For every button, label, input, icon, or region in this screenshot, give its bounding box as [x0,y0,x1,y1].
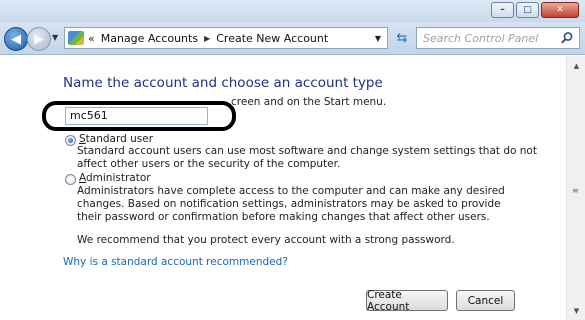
refresh-icon: ⇆ [396,30,408,46]
highlight-annotation [42,101,236,131]
standard-user-label-text: tandard user [85,133,154,145]
forward-arrow-icon: ▶ [34,31,44,47]
maximize-button[interactable]: □ [516,2,539,18]
page-title: Name the account and choose an account t… [63,75,383,91]
standard-user-radio[interactable] [65,135,76,146]
close-button[interactable]: ✕ [541,2,579,18]
breadcrumb-separator-icon[interactable]: ▶ [204,34,210,43]
create-account-button[interactable]: Create Account [366,289,448,313]
breadcrumb-manage-accounts[interactable]: Manage Accounts [101,32,198,45]
cancel-button[interactable]: Cancel [456,290,515,311]
refresh-button[interactable]: ⇆ [392,27,412,49]
address-dropdown-icon[interactable]: ▼ [375,34,381,43]
navigation-bar: ◀ ▶ ▼ « Manage Accounts ▶ Create New Acc… [0,22,585,55]
control-panel-icon [68,31,84,45]
window-title-bar: – □ ✕ [0,0,585,22]
search-box[interactable]: Search Control Panel [416,27,580,49]
administrator-label[interactable]: Administrator [79,172,151,184]
address-bar[interactable]: « Manage Accounts ▶ Create New Account ▼ [64,27,388,49]
instruction-text: creen and on the Start menu. [231,96,387,108]
search-icon[interactable] [560,31,574,45]
administrator-description: Administrators have complete access to t… [77,185,505,223]
administrator-label-text: dministrator [86,172,151,184]
scroll-grip-icon[interactable]: ≡ [572,186,579,195]
forward-button[interactable]: ▶ [27,27,51,51]
back-button[interactable]: ◀ [4,27,28,51]
standard-user-description: Standard account users can use most soft… [77,145,537,170]
scroll-up-icon[interactable]: ▲ [571,60,582,71]
password-recommendation: We recommend that you protect every acco… [77,234,455,246]
breadcrumb-create-new-account[interactable]: Create New Account [216,32,328,45]
breadcrumb-overflow[interactable]: « [88,32,95,45]
administrator-access-key: A [79,172,86,184]
search-input[interactable]: Search Control Panel [423,32,538,45]
content-area: Name the account and choose an account t… [0,56,566,320]
why-standard-account-link[interactable]: Why is a standard account recommended? [63,256,288,268]
vertical-scrollbar[interactable]: ▲ ≡ ▼ [566,56,585,320]
recent-pages-dropdown-icon[interactable]: ▼ [52,33,58,42]
minimize-button[interactable]: – [491,2,514,18]
window-controls: – □ ✕ [491,2,579,18]
scroll-down-icon[interactable]: ▼ [571,305,582,316]
back-arrow-icon: ◀ [11,31,21,47]
administrator-radio[interactable] [65,174,76,185]
standard-user-label[interactable]: Standard user [79,133,153,145]
standard-user-access-key: S [79,133,86,145]
